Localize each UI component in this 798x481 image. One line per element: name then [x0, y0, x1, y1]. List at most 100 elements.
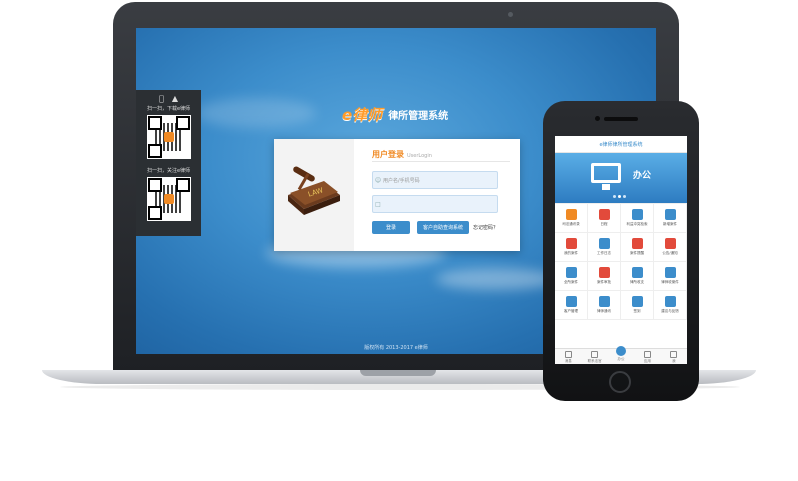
qr-code-panel:  ▲ 扫一扫，下载e律师 扫一扫，关注e律师: [136, 90, 201, 236]
brand-title: 律所管理系统: [388, 111, 449, 122]
brand-logo: e律师: [342, 106, 383, 124]
app-label: 律师收案件: [661, 280, 679, 284]
username-placeholder: 用户名/手机号码: [383, 177, 420, 184]
app-icon: [565, 238, 577, 249]
app-icon: [598, 267, 610, 278]
app-icon: [598, 238, 610, 249]
follow-caption: 扫一扫，关注e律师: [146, 168, 191, 174]
app-grid-item[interactable]: 新增案件: [654, 204, 687, 233]
login-card: LAW 用户登录 UserLogin ☺ 用户名/手机号码 □ 登录 客户自助查询…: [274, 139, 520, 251]
app-grid-item[interactable]: 律所收支: [621, 262, 654, 291]
banner-text: 办公: [633, 171, 652, 181]
tab-item[interactable]: 消息: [555, 349, 581, 364]
login-button[interactable]: 登录: [372, 221, 410, 234]
lock-icon: □: [375, 200, 381, 208]
app-grid-item[interactable]: 公告/通知: [654, 233, 687, 262]
app-label: 建议与反馈: [661, 309, 679, 313]
tab-label: 联系法官: [587, 358, 602, 363]
download-qr-code: [146, 115, 191, 159]
phone-camera: [595, 116, 600, 121]
tab-icon: [591, 350, 599, 358]
app-icon: [664, 267, 676, 278]
app-label: 利益冲突检索: [626, 222, 648, 226]
app-grid-item[interactable]: 日程: [588, 204, 621, 233]
tab-item[interactable]: 联系法官: [581, 349, 607, 364]
phone-screen: e律师律所管理系统 办公 司法通讯录 日程 利益冲突检索 新增案件 我的案件 工作日志 案件…: [555, 136, 687, 364]
app-grid-item[interactable]: 律师收案件: [654, 262, 687, 291]
app-label: 客户管理: [564, 309, 578, 313]
tab-label: 我: [672, 358, 676, 363]
tab-icon: [564, 350, 572, 358]
username-input[interactable]: ☺ 用户名/手机号码: [372, 171, 498, 189]
app-label: 司法通讯录: [562, 222, 580, 226]
app-icon: [631, 296, 643, 307]
app-grid-item[interactable]: 签到: [621, 291, 654, 320]
app-icon: [664, 296, 676, 307]
app-icon: [631, 238, 643, 249]
download-caption: 扫一扫，下载e律师: [146, 106, 191, 112]
app-label: 案件提醒: [630, 251, 644, 255]
app-label: 日程: [600, 222, 608, 226]
app-icon: [565, 296, 577, 307]
follow-qr-code: [146, 177, 191, 221]
laptop-camera: [508, 12, 513, 17]
app-label: 律师通讯: [597, 309, 611, 313]
app-label: 我的案件: [564, 251, 578, 255]
app-label: 公告/通知: [662, 251, 678, 255]
phone-banner: 办公: [555, 153, 687, 203]
law-book-icon: LAW: [288, 166, 340, 215]
login-subtitle: UserLogin: [407, 153, 432, 159]
brand-header: e律师 律所管理系统: [342, 104, 448, 125]
tab-icon: [670, 350, 678, 358]
monitor-icon: [591, 163, 621, 190]
tab-label: 消息: [564, 358, 572, 363]
divider: [372, 161, 510, 162]
client-query-button[interactable]: 客户自助查询系统: [417, 221, 469, 234]
app-icon: [631, 209, 643, 220]
app-grid-item[interactable]: 全所案件: [555, 262, 588, 291]
tab-bar: 消息 联系法官 办公 应用 我: [555, 346, 687, 364]
tab-item[interactable]: 我: [661, 349, 687, 364]
tab-icon: [616, 346, 627, 356]
login-illustration: LAW: [274, 139, 354, 251]
app-grid-item[interactable]: 我的案件: [555, 233, 588, 262]
carousel-dots[interactable]: [613, 195, 626, 198]
app-label: 全所案件: [564, 280, 578, 284]
app-grid-item[interactable]: 利益冲突检索: [621, 204, 654, 233]
apple-icon[interactable]: : [159, 94, 164, 103]
app-label: 案件审批: [597, 280, 611, 284]
app-label: 新增案件: [663, 222, 677, 226]
app-grid-item[interactable]: 客户管理: [555, 291, 588, 320]
app-grid: 司法通讯录 日程 利益冲突检索 新增案件我的案件 工作日志 案件提醒 公告/通知全所案件 案件…: [555, 203, 687, 320]
app-grid-item[interactable]: 工作日志: [588, 233, 621, 262]
tab-item[interactable]: 办公: [608, 346, 634, 364]
app-icon: [565, 209, 577, 220]
user-icon: ☺: [374, 176, 382, 184]
app-grid-item[interactable]: 律师通讯: [588, 291, 621, 320]
app-icon: [664, 209, 676, 220]
android-icon[interactable]: ▲: [172, 94, 178, 103]
tab-label: 应用: [643, 358, 651, 363]
os-icons:  ▲: [136, 94, 201, 103]
app-grid-item[interactable]: 案件提醒: [621, 233, 654, 262]
app-icon: [664, 238, 676, 249]
tab-item[interactable]: 应用: [634, 349, 660, 364]
app-grid-item[interactable]: 司法通讯录: [555, 204, 588, 233]
app-label: 律所收支: [630, 280, 644, 284]
phone-frame: e律师律所管理系统 办公 司法通讯录 日程 利益冲突检索 新增案件 我的案件 工作日志 案件…: [543, 101, 699, 401]
app-icon: [598, 296, 610, 307]
password-input[interactable]: □: [372, 195, 498, 213]
app-icon: [631, 267, 643, 278]
tab-icon: [643, 350, 651, 358]
app-icon: [598, 209, 610, 220]
laptop-notch: [360, 370, 436, 376]
phone-speaker: [604, 117, 638, 121]
phone-header-title: e律师律所管理系统: [555, 136, 687, 153]
tab-label: 办公: [617, 357, 625, 361]
app-grid-item[interactable]: 案件审批: [588, 262, 621, 291]
forgot-password-link[interactable]: 忘记密码？: [473, 224, 498, 231]
app-label: 签到: [633, 309, 641, 313]
app-label: 工作日志: [597, 251, 611, 255]
app-grid-item[interactable]: 建议与反馈: [654, 291, 687, 320]
home-button[interactable]: [609, 371, 631, 393]
